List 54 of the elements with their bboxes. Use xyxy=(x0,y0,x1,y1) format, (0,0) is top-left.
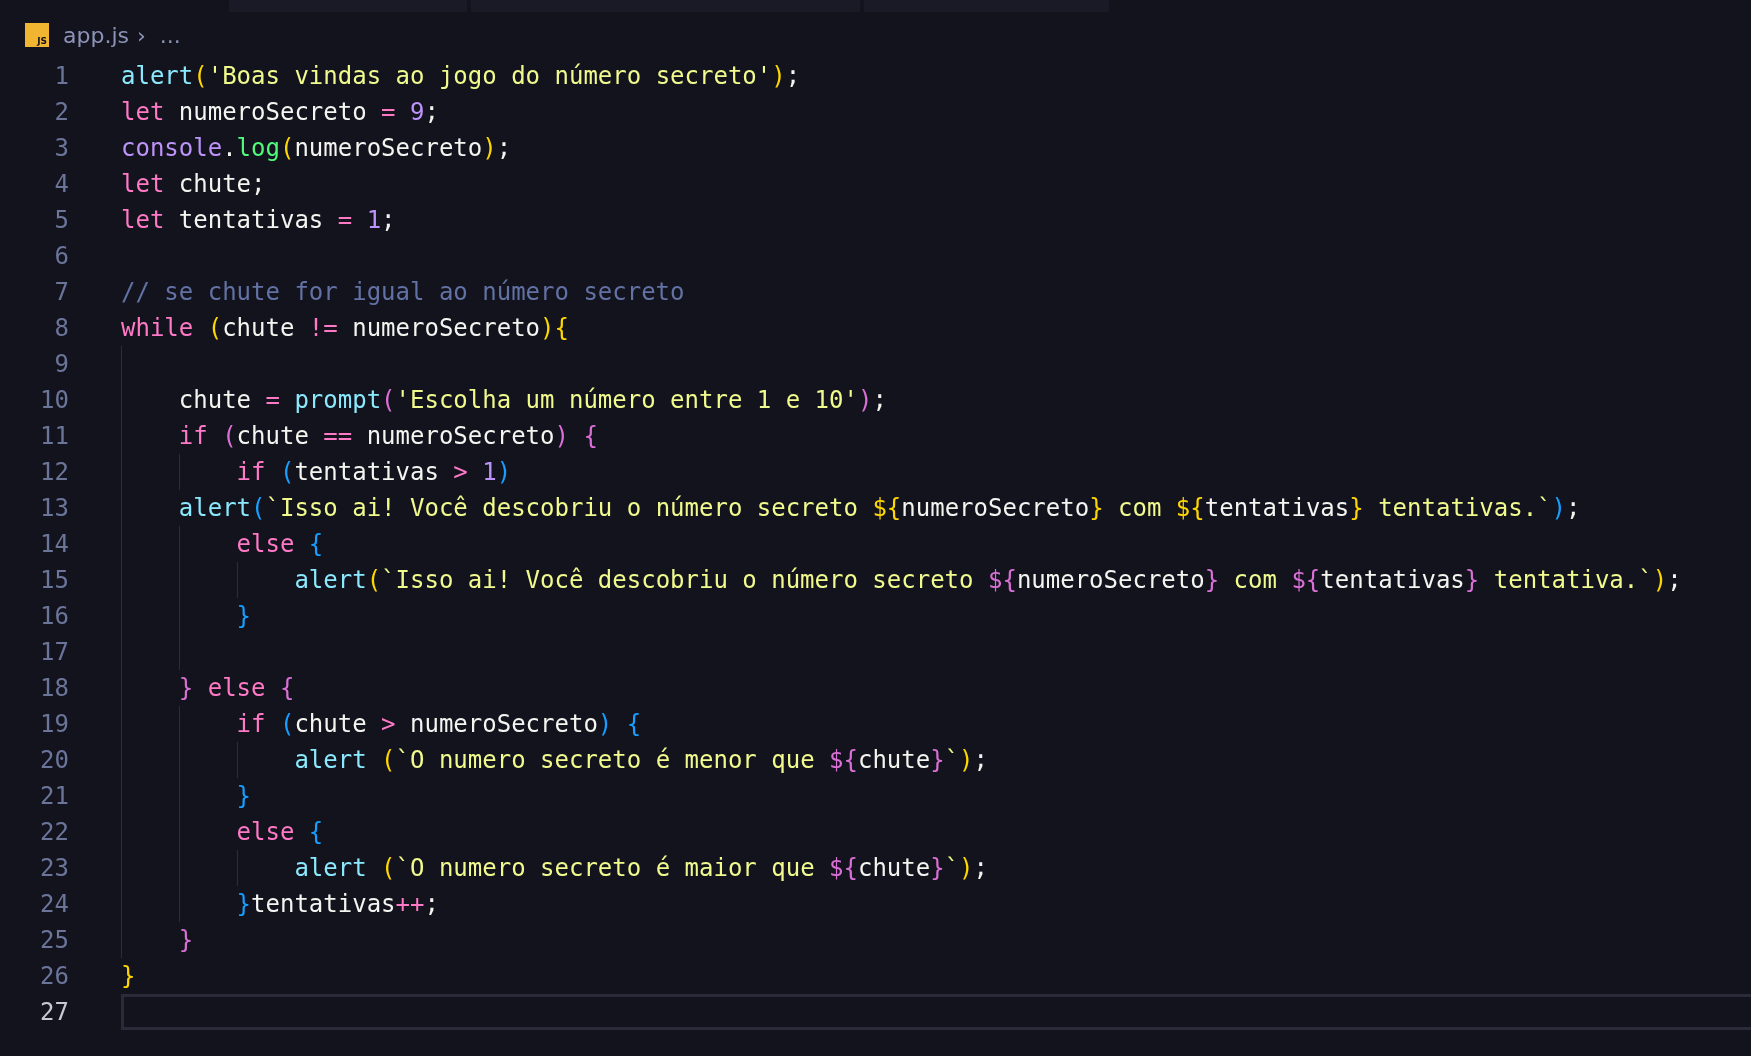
code-line: } xyxy=(121,961,136,992)
line-number: 19 xyxy=(39,709,69,740)
code-line: }tentativas++; xyxy=(235,889,439,920)
code-line: // se chute for igual ao número secreto xyxy=(121,277,685,308)
line-number: 7 xyxy=(53,277,69,308)
breadcrumb-more[interactable]: ... xyxy=(159,22,181,48)
line-number: 6 xyxy=(53,241,69,272)
line-number: 5 xyxy=(53,205,69,236)
breadcrumb-separator: › xyxy=(137,22,146,48)
code-line: alert (`O numero secreto é maior que ${chute}`); xyxy=(293,853,988,884)
line-number: 21 xyxy=(39,781,69,812)
breadcrumb-file[interactable]: app.js xyxy=(63,22,129,48)
line-number: 25 xyxy=(39,925,69,956)
code-line: alert('Boas vindas ao jogo do número secreto'); xyxy=(121,61,801,92)
line-number: 12 xyxy=(39,457,69,488)
js-file-icon: JS xyxy=(25,23,49,47)
code-line: else { xyxy=(235,529,324,560)
code-line: let tentativas = 1; xyxy=(121,205,396,236)
code-line: } xyxy=(235,601,252,632)
code-line: } xyxy=(235,781,252,812)
line-number: 16 xyxy=(39,601,69,632)
line-number: 18 xyxy=(39,673,69,704)
line-number: 23 xyxy=(39,853,69,884)
line-number: 10 xyxy=(39,385,69,416)
line-number: 20 xyxy=(39,745,69,776)
line-number: 22 xyxy=(39,817,69,848)
code-line: chute = prompt('Escolha um número entre 1 e 10'); xyxy=(177,385,887,416)
line-number: 26 xyxy=(39,961,69,992)
code-line: let chute; xyxy=(121,169,266,200)
code-line: while (chute != numeroSecreto){ xyxy=(121,313,569,344)
line-number: 27 xyxy=(39,997,69,1028)
code-line: alert(`Isso ai! Você descobriu o número secreto ${numeroSecreto} com ${tentativas} tentativa.`); xyxy=(293,565,1682,596)
code-line: let numeroSecreto = 9; xyxy=(121,97,439,128)
line-number: 17 xyxy=(39,637,69,668)
line-number: 14 xyxy=(39,529,69,560)
code-line: alert(`Isso ai! Você descobriu o número secreto ${numeroSecreto} com ${tentativas} tentativas.`); xyxy=(177,493,1581,524)
code-line: else { xyxy=(235,817,324,848)
line-number: 8 xyxy=(53,313,69,344)
code-line: } else { xyxy=(177,673,295,704)
line-number: 1 xyxy=(53,61,69,92)
code-line: if (chute > numeroSecreto) { xyxy=(235,709,642,740)
line-number: 9 xyxy=(53,349,69,380)
code-line: if (tentativas > 1) xyxy=(235,457,512,488)
code-line: alert (`O numero secreto é menor que ${chute}`); xyxy=(293,745,988,776)
code-line: console.log(numeroSecreto); xyxy=(121,133,512,164)
line-number: 15 xyxy=(39,565,69,596)
line-number: 11 xyxy=(39,421,69,452)
code-line: } xyxy=(177,925,194,956)
line-number: 2 xyxy=(53,97,69,128)
line-number: 24 xyxy=(39,889,69,920)
code-line: if (chute == numeroSecreto) { xyxy=(177,421,598,452)
line-number: 13 xyxy=(39,493,69,524)
line-number: 3 xyxy=(53,133,69,164)
line-number: 4 xyxy=(53,169,69,200)
